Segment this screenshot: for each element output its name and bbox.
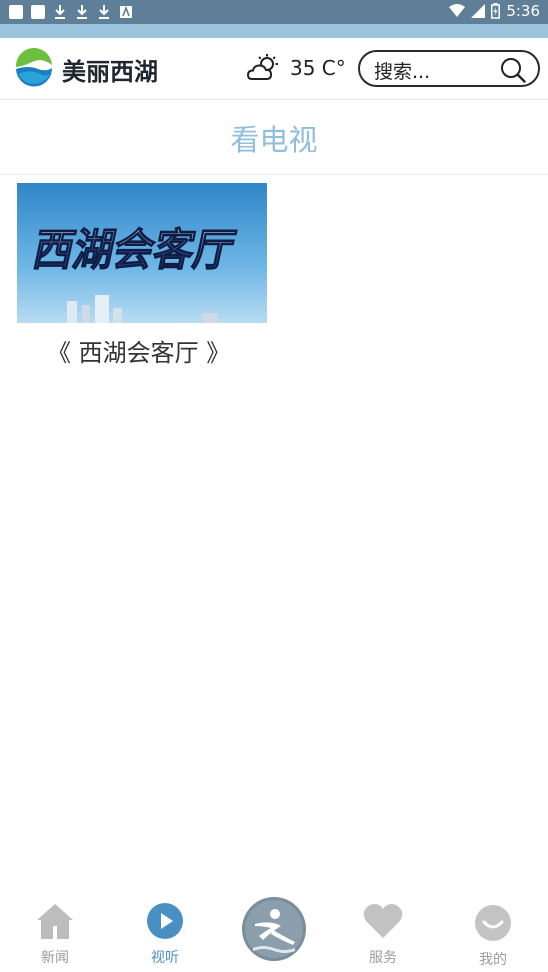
wifi-icon [449, 4, 466, 17]
partly-cloudy-sun-icon [247, 54, 278, 80]
app-header: 美丽西湖 35 C° 搜索... [0, 38, 548, 100]
signal-icon [471, 4, 486, 18]
bottom-nav: 新闻 视听 服务 我的 [0, 890, 548, 972]
app-logo-icon[interactable] [14, 47, 54, 87]
nav-item-services[interactable]: 服务 [328, 890, 438, 972]
page-title-bar: 看电视 [0, 100, 548, 175]
xihu-emblem-icon[interactable] [241, 896, 307, 962]
search-placeholder[interactable]: 搜索... [374, 57, 430, 84]
smiley-icon[interactable] [474, 904, 512, 942]
search-icon[interactable] [500, 57, 526, 83]
nav-item-news[interactable]: 新闻 [0, 890, 110, 972]
heart-icon[interactable] [362, 902, 404, 940]
download-icon [53, 4, 67, 20]
nav-label-services[interactable]: 服务 [328, 947, 438, 967]
status-bar: 5:36 [0, 0, 548, 24]
status-time: 5:36 [506, 2, 540, 20]
nav-item-video[interactable]: 视听 [110, 890, 220, 972]
download-icon [75, 4, 89, 20]
program-title[interactable]: 《 西湖会客厅 》 [47, 333, 297, 368]
temperature: 35 C° [290, 56, 346, 80]
page-title: 看电视 [230, 123, 318, 157]
app-brand-name: 美丽西湖 [62, 58, 158, 86]
play-icon[interactable] [146, 902, 184, 940]
nav-label-mine[interactable]: 我的 [438, 949, 548, 969]
download-icon [97, 4, 111, 20]
nav-item-mine[interactable]: 我的 [438, 890, 548, 972]
notification-square-icon [9, 5, 23, 19]
battery-icon [491, 3, 501, 19]
home-icon[interactable] [35, 902, 75, 940]
accent-strip [0, 24, 548, 38]
nav-label-video[interactable]: 视听 [110, 947, 220, 967]
search-box[interactable]: 搜索... [358, 50, 540, 87]
app-notification-icon [119, 4, 133, 20]
program-card[interactable]: 西湖会客厅 《 西湖会客厅 》 [17, 183, 267, 367]
notification-square-icon [31, 5, 45, 19]
nav-label-news[interactable]: 新闻 [0, 947, 110, 967]
system-status: 5:36 [449, 2, 540, 20]
thumbnail-title-text: 西湖会客厅 [29, 225, 240, 275]
program-thumbnail[interactable]: 西湖会客厅 [17, 183, 267, 323]
notification-icons [9, 4, 133, 20]
